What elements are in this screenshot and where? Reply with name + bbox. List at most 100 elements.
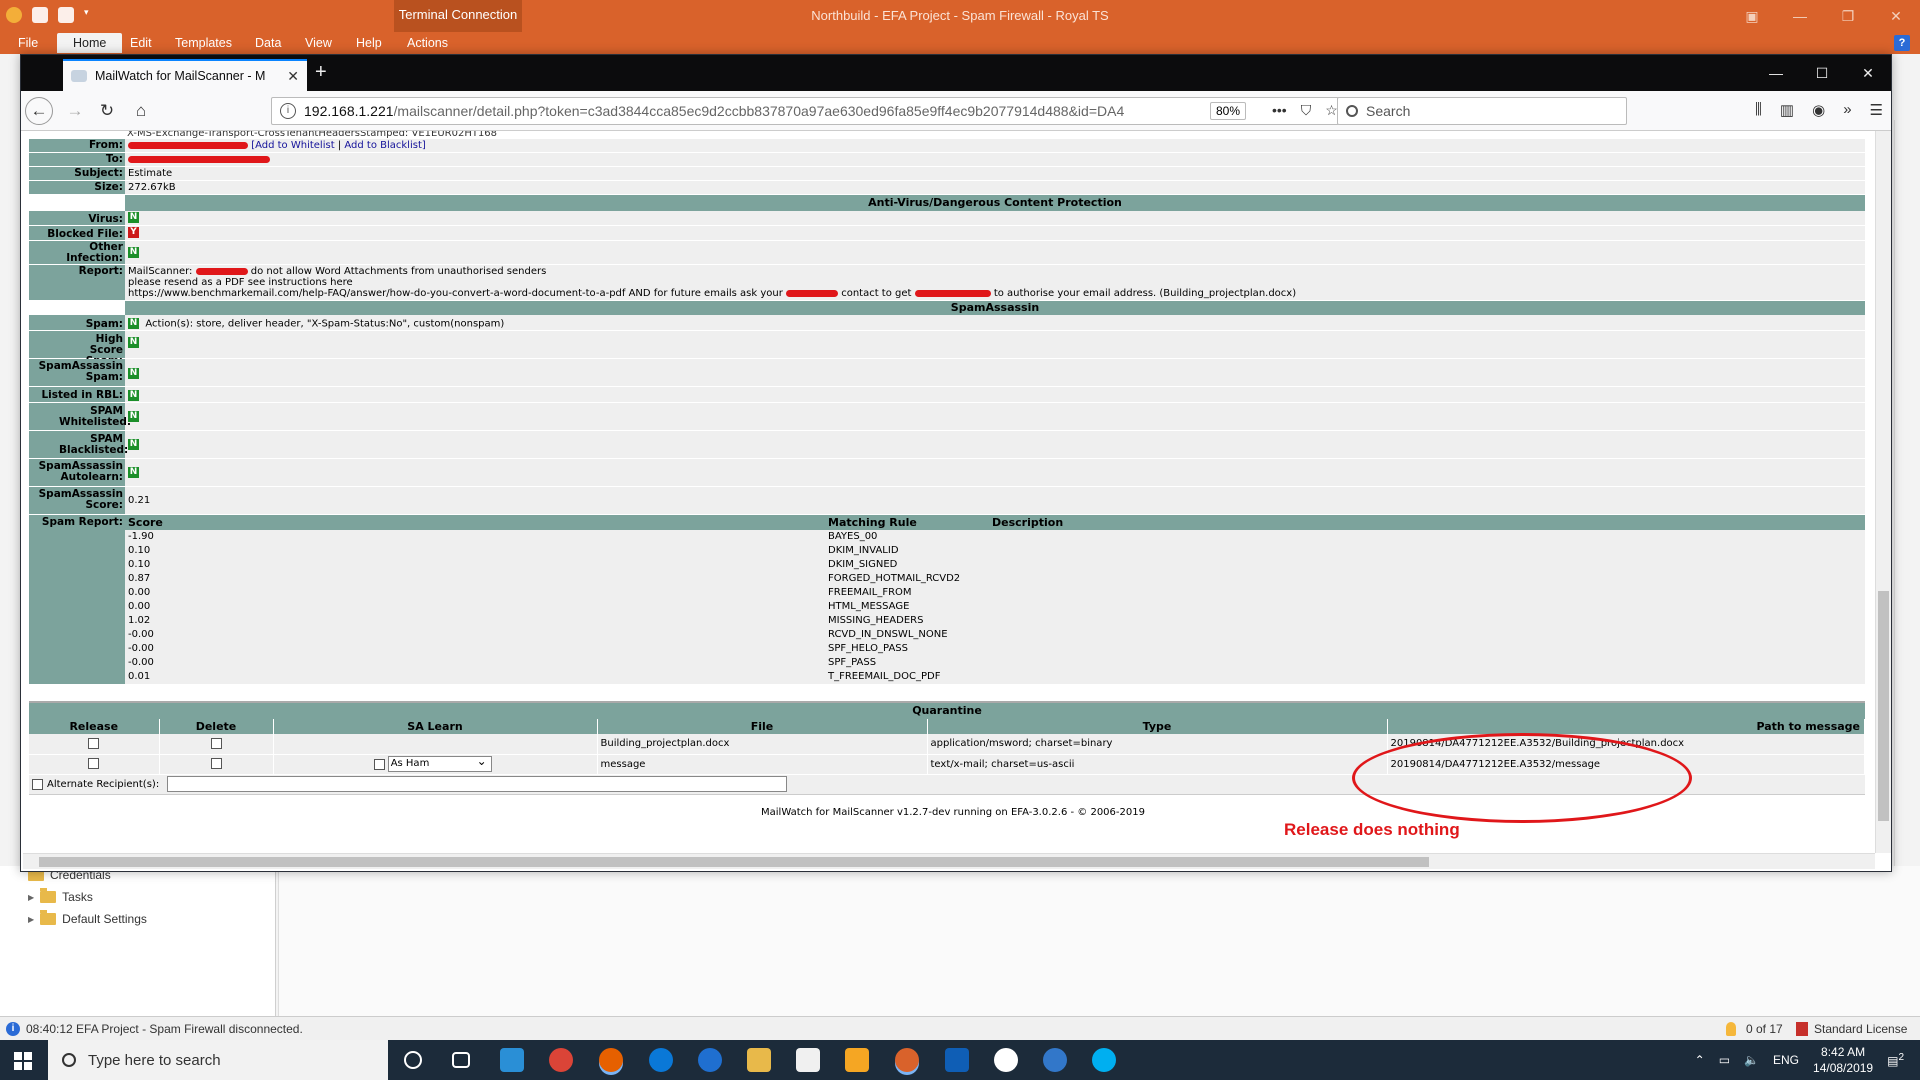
alternate-recipient-input[interactable] bbox=[167, 776, 788, 792]
lightbulb-icon[interactable] bbox=[1726, 1022, 1736, 1036]
menu-view[interactable]: View bbox=[305, 36, 332, 50]
spam-report-description-cell bbox=[989, 670, 1865, 684]
expand-arrow-icon[interactable]: ▶ bbox=[28, 915, 34, 924]
search-input[interactable]: Search bbox=[1337, 97, 1627, 125]
flag-badge: Y bbox=[128, 227, 139, 238]
outlook-icon[interactable] bbox=[945, 1048, 969, 1072]
windows-start-icon[interactable] bbox=[14, 1052, 32, 1070]
release-checkbox[interactable] bbox=[88, 758, 100, 770]
menu-file[interactable]: File bbox=[18, 36, 38, 50]
royalts-right-scrollbar[interactable] bbox=[1894, 120, 1920, 866]
nav-item-tasks[interactable]: ▶ Tasks bbox=[28, 888, 93, 904]
help-icon[interactable]: ? bbox=[1894, 35, 1910, 51]
add-to-whitelist-link[interactable]: [Add to Whitelist bbox=[251, 140, 334, 151]
label-size: Size: bbox=[29, 181, 125, 194]
hamburger-menu-icon[interactable]: ☰ bbox=[1870, 101, 1883, 119]
overflow-chevron-icon[interactable]: » bbox=[1843, 101, 1851, 119]
back-arrow-icon[interactable]: ← bbox=[25, 97, 53, 125]
tray-chevron-icon[interactable]: ⌃ bbox=[1695, 1053, 1705, 1067]
spam-report-description-cell bbox=[989, 586, 1865, 600]
file-explorer-icon[interactable] bbox=[747, 1048, 771, 1072]
restore-icon[interactable]: ❐ bbox=[1824, 0, 1872, 32]
page-info-icon[interactable]: i bbox=[280, 103, 296, 119]
label-other-infection: Other Infection: bbox=[29, 241, 125, 264]
new-tab-icon[interactable]: + bbox=[315, 61, 327, 84]
contextual-tab-terminal-connection[interactable]: Terminal Connection bbox=[394, 0, 522, 32]
spam-report-rule-cell: SPF_PASS bbox=[828, 657, 877, 668]
ribbon-toggle-icon[interactable]: ▣ bbox=[1728, 0, 1776, 32]
menu-data[interactable]: Data bbox=[255, 36, 281, 50]
alternate-recipient-checkbox[interactable] bbox=[32, 778, 43, 790]
language-indicator[interactable]: ENG bbox=[1773, 1053, 1799, 1067]
forward-arrow-icon[interactable]: → bbox=[61, 97, 89, 125]
zoom-level[interactable]: 80% bbox=[1210, 102, 1247, 120]
label-high-score: High Score Spam: bbox=[29, 331, 125, 367]
scrollbar-thumb[interactable] bbox=[1878, 591, 1889, 821]
spam-report-description-cell bbox=[989, 572, 1865, 586]
taskbar-search-box[interactable]: Type here to search bbox=[48, 1040, 388, 1080]
expand-arrow-icon[interactable]: ▶ bbox=[28, 893, 34, 902]
firefox-icon[interactable] bbox=[599, 1048, 623, 1072]
royalts-titlebar: ▾ Northbuild - EFA Project - Spam Firewa… bbox=[0, 0, 1920, 32]
license-label[interactable]: Standard License bbox=[1814, 1022, 1907, 1036]
label-autolearn: SpamAssassin Autolearn: bbox=[29, 459, 125, 486]
menu-home[interactable]: Home bbox=[57, 33, 123, 53]
minimize-icon[interactable]: — bbox=[1776, 0, 1824, 32]
menu-help[interactable]: Help bbox=[356, 36, 382, 50]
url-actions: ••• ⛉ ☆ bbox=[1272, 102, 1338, 119]
menu-actions[interactable]: Actions bbox=[407, 36, 448, 50]
cortana-icon[interactable] bbox=[404, 1051, 422, 1069]
menu-templates[interactable]: Templates bbox=[175, 36, 232, 50]
browser-tab-mailwatch[interactable]: MailWatch for MailScanner - M ✕ bbox=[63, 59, 307, 91]
library-icon[interactable]: ⫼ bbox=[1755, 101, 1762, 119]
chrome-icon[interactable] bbox=[549, 1048, 573, 1072]
sa-learn-checkbox[interactable] bbox=[373, 758, 385, 770]
spam-report-score-cell: 0.10 bbox=[128, 559, 151, 570]
royalts-taskbar-icon[interactable] bbox=[895, 1048, 919, 1072]
page-actions-icon[interactable]: ••• bbox=[1272, 102, 1287, 119]
nav-item-default-settings[interactable]: ▶ Default Settings bbox=[28, 910, 147, 926]
sidebar-icon[interactable]: ▥ bbox=[1780, 101, 1794, 119]
spam-report-score-cell: 0.01 bbox=[128, 671, 151, 682]
reload-icon[interactable]: ↻ bbox=[93, 97, 121, 125]
notification-center-icon[interactable]: ▤2 bbox=[1887, 1052, 1904, 1068]
delete-checkbox[interactable] bbox=[210, 758, 222, 770]
app-icon-globe[interactable] bbox=[1043, 1048, 1067, 1072]
column-header-path: Path to message bbox=[1387, 719, 1865, 734]
add-to-blacklist-link[interactable]: Add to Blacklist] bbox=[344, 140, 425, 151]
sa-learn-select[interactable]: As Ham bbox=[387, 754, 492, 772]
store-icon[interactable] bbox=[796, 1048, 820, 1072]
internet-explorer-icon[interactable] bbox=[698, 1048, 722, 1072]
account-icon[interactable]: ◉ bbox=[1812, 101, 1825, 119]
edge-icon[interactable] bbox=[649, 1048, 673, 1072]
spam-report-rule-cell: FORGED_HOTMAIL_RCVD2 bbox=[828, 573, 961, 584]
network-icon[interactable]: ▭ bbox=[1719, 1053, 1730, 1067]
home-icon[interactable]: ⌂ bbox=[127, 97, 155, 125]
close-icon[interactable]: ✕ bbox=[1845, 55, 1891, 91]
scrollbar-thumb[interactable] bbox=[39, 857, 1429, 867]
volume-icon[interactable]: 🔈 bbox=[1744, 1053, 1759, 1067]
spam-report-row: -1.90 BAYES_00 bbox=[125, 530, 1865, 544]
app-icon-files[interactable] bbox=[500, 1048, 524, 1072]
page-horizontal-scrollbar[interactable] bbox=[23, 853, 1875, 869]
maximize-icon[interactable]: ☐ bbox=[1799, 55, 1845, 91]
url-bar[interactable]: i 192.168.1.221 /mailscanner/detail.php?… bbox=[271, 97, 1339, 125]
file-cell: Building_projectplan.docx bbox=[597, 734, 928, 755]
label-from: From: bbox=[29, 139, 125, 152]
delete-checkbox[interactable] bbox=[210, 738, 222, 749]
close-icon[interactable]: ✕ bbox=[1872, 0, 1920, 32]
task-view-icon[interactable] bbox=[452, 1052, 470, 1068]
menu-edit[interactable]: Edit bbox=[130, 36, 152, 50]
close-tab-icon[interactable]: ✕ bbox=[287, 68, 299, 85]
pocket-icon[interactable]: ⛉ bbox=[1301, 102, 1312, 119]
skype-icon[interactable] bbox=[1092, 1048, 1116, 1072]
app-icon-chat[interactable] bbox=[994, 1048, 1018, 1072]
app-icon-tools[interactable] bbox=[845, 1048, 869, 1072]
status-count[interactable]: 0 of 17 bbox=[1746, 1022, 1783, 1036]
taskbar-clock[interactable]: 8:42 AM 14/08/2019 bbox=[1813, 1044, 1873, 1076]
release-checkbox[interactable] bbox=[88, 738, 100, 749]
windows-taskbar: Type here to search ⌃ ▭ 🔈 ENG 8:42 AM 14… bbox=[0, 1040, 1920, 1080]
minimize-icon[interactable]: — bbox=[1753, 55, 1799, 91]
bookmark-star-icon[interactable]: ☆ bbox=[1325, 102, 1338, 119]
page-vertical-scrollbar[interactable] bbox=[1875, 131, 1891, 853]
